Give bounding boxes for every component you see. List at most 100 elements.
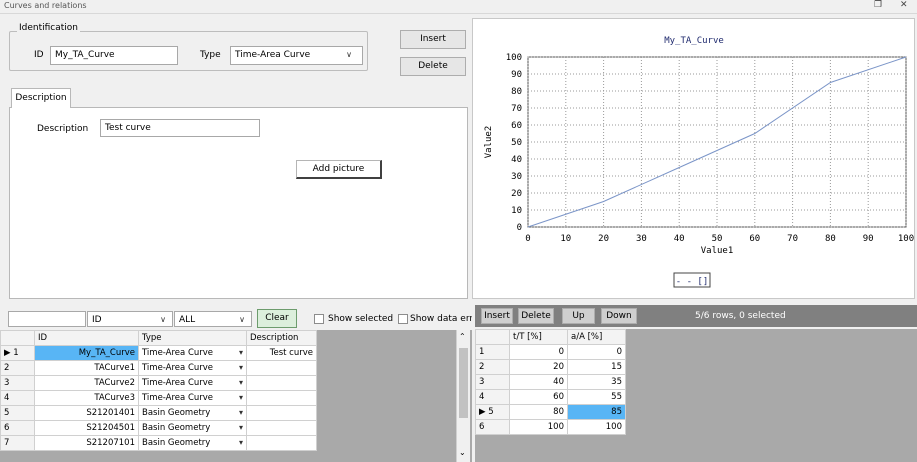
description-cell[interactable] [246,405,317,421]
restore-icon[interactable]: ❐ [874,0,882,10]
column-header-a[interactable]: a/A [%] [567,329,626,345]
table-row[interactable]: 4 TACurve3 Time-Area Curve ▾ [0,390,317,406]
field-select[interactable]: ID ∨ [87,311,173,327]
dropdown-icon[interactable]: ▾ [239,408,243,417]
row-header[interactable]: 4 [475,389,510,405]
type-cell[interactable]: Basin Geometry ▾ [138,420,247,436]
scroll-down-icon[interactable]: ⌄ [459,448,466,457]
id-label: ID [34,50,44,60]
column-header [0,330,35,346]
show-selected-checkbox[interactable] [314,314,324,324]
vertical-scrollbar[interactable]: ⌃ ⌄ [456,330,470,462]
close-icon[interactable]: ✕ [900,0,908,10]
column-header-t[interactable]: t/T [%] [509,329,568,345]
id-cell[interactable]: TACurve1 [34,360,139,376]
row-header[interactable]: 4 [0,390,35,406]
table-row[interactable]: 3 40 35 [475,374,626,390]
row-header[interactable]: ▶ 1 [0,345,35,361]
t-cell[interactable]: 0 [509,344,568,360]
show-data-errors-checkbox[interactable] [398,314,408,324]
row-header[interactable]: 2 [475,359,510,375]
insert-button[interactable]: Insert [400,30,466,49]
dropdown-icon[interactable]: ▾ [239,438,243,447]
id-cell[interactable]: TACurve3 [34,390,139,406]
table-row[interactable]: 4 60 55 [475,389,626,405]
column-header-type[interactable]: Type [138,330,247,346]
a-cell[interactable]: 100 [567,419,626,435]
add-picture-button[interactable]: Add picture [296,160,382,179]
id-cell[interactable]: S21207101 [34,435,139,451]
id-cell[interactable]: S21201401 [34,405,139,421]
table-row[interactable]: 3 TACurve2 Time-Area Curve ▾ [0,375,317,391]
row-header[interactable]: 7 [0,435,35,451]
row-header[interactable]: 6 [475,419,510,435]
search-input[interactable] [8,311,86,327]
row-header[interactable]: 1 [475,344,510,360]
scroll-up-icon[interactable]: ⌃ [459,332,466,341]
table-row[interactable]: 6 S21204501 Basin Geometry ▾ [0,420,317,436]
dropdown-icon[interactable]: ▾ [239,393,243,402]
delete-button[interactable]: Delete [400,57,466,76]
type-select[interactable]: Time-Area Curve ∨ [230,46,363,65]
tab-description[interactable]: Description [11,88,71,108]
delete-row-button[interactable]: Delete [518,308,554,324]
id-cell[interactable]: TACurve2 [34,375,139,391]
a-cell[interactable]: 35 [567,374,626,390]
scope-select-value: ALL [179,315,196,325]
type-cell[interactable]: Basin Geometry ▾ [138,435,247,451]
description-cell[interactable] [246,390,317,406]
dropdown-icon[interactable]: ▾ [239,423,243,432]
description-cell[interactable] [246,420,317,436]
table-row[interactable]: 1 0 0 [475,344,626,360]
row-header[interactable]: 6 [0,420,35,436]
t-cell[interactable]: 100 [509,419,568,435]
type-cell[interactable]: Time-Area Curve ▾ [138,345,247,361]
type-cell[interactable]: Basin Geometry ▾ [138,405,247,421]
table-row[interactable]: 2 20 15 [475,359,626,375]
scope-select[interactable]: ALL ∨ [174,311,252,327]
id-cell[interactable]: S21204501 [34,420,139,436]
insert-row-button[interactable]: Insert [481,308,513,324]
scrollbar-thumb[interactable] [459,348,468,418]
row-header[interactable]: 2 [0,360,35,376]
column-header-description[interactable]: Description [246,330,317,346]
table-row[interactable]: 2 TACurve1 Time-Area Curve ▾ [0,360,317,376]
table-row[interactable]: ▶ 5 80 85 [475,404,626,420]
description-cell[interactable]: Test curve [246,345,317,361]
row-header[interactable]: 3 [475,374,510,390]
a-cell[interactable]: 15 [567,359,626,375]
type-cell[interactable]: Time-Area Curve ▾ [138,360,247,376]
row-header[interactable]: 5 [0,405,35,421]
table-row[interactable]: 6 100 100 [475,419,626,435]
id-cell[interactable]: My_TA_Curve [34,345,139,361]
row-header[interactable]: 3 [0,375,35,391]
dropdown-icon[interactable]: ▾ [239,363,243,372]
type-cell[interactable]: Time-Area Curve ▾ [138,390,247,406]
description-cell[interactable] [246,435,317,451]
dropdown-icon[interactable]: ▾ [239,378,243,387]
column-header-id[interactable]: ID [34,330,139,346]
row-header[interactable]: ▶ 5 [475,404,510,420]
move-down-button[interactable]: Down [601,308,637,324]
a-cell[interactable]: 0 [567,344,626,360]
dropdown-icon[interactable]: ▾ [239,348,243,357]
clear-button[interactable]: Clear [257,309,297,328]
t-cell[interactable]: 60 [509,389,568,405]
t-cell[interactable]: 20 [509,359,568,375]
id-field[interactable]: My_TA_Curve [50,46,178,65]
t-cell[interactable]: 40 [509,374,568,390]
description-field[interactable]: Test curve [100,119,260,137]
description-cell[interactable] [246,360,317,376]
chevron-down-icon: ∨ [239,315,245,324]
description-cell[interactable] [246,375,317,391]
table-row[interactable]: ▶ 1 My_TA_Curve Time-Area Curve ▾ Test cu… [0,345,317,361]
table-row[interactable]: 7 S21207101 Basin Geometry ▾ [0,435,317,451]
a-cell[interactable]: 85 [567,404,626,420]
move-up-button[interactable]: Up [562,308,595,324]
x-axis-label: Value1 [701,246,734,256]
type-cell[interactable]: Time-Area Curve ▾ [138,375,247,391]
t-cell[interactable]: 80 [509,404,568,420]
table-row[interactable]: 5 S21201401 Basin Geometry ▾ [0,405,317,421]
table-header-row: ID Type Description [0,330,317,346]
a-cell[interactable]: 55 [567,389,626,405]
